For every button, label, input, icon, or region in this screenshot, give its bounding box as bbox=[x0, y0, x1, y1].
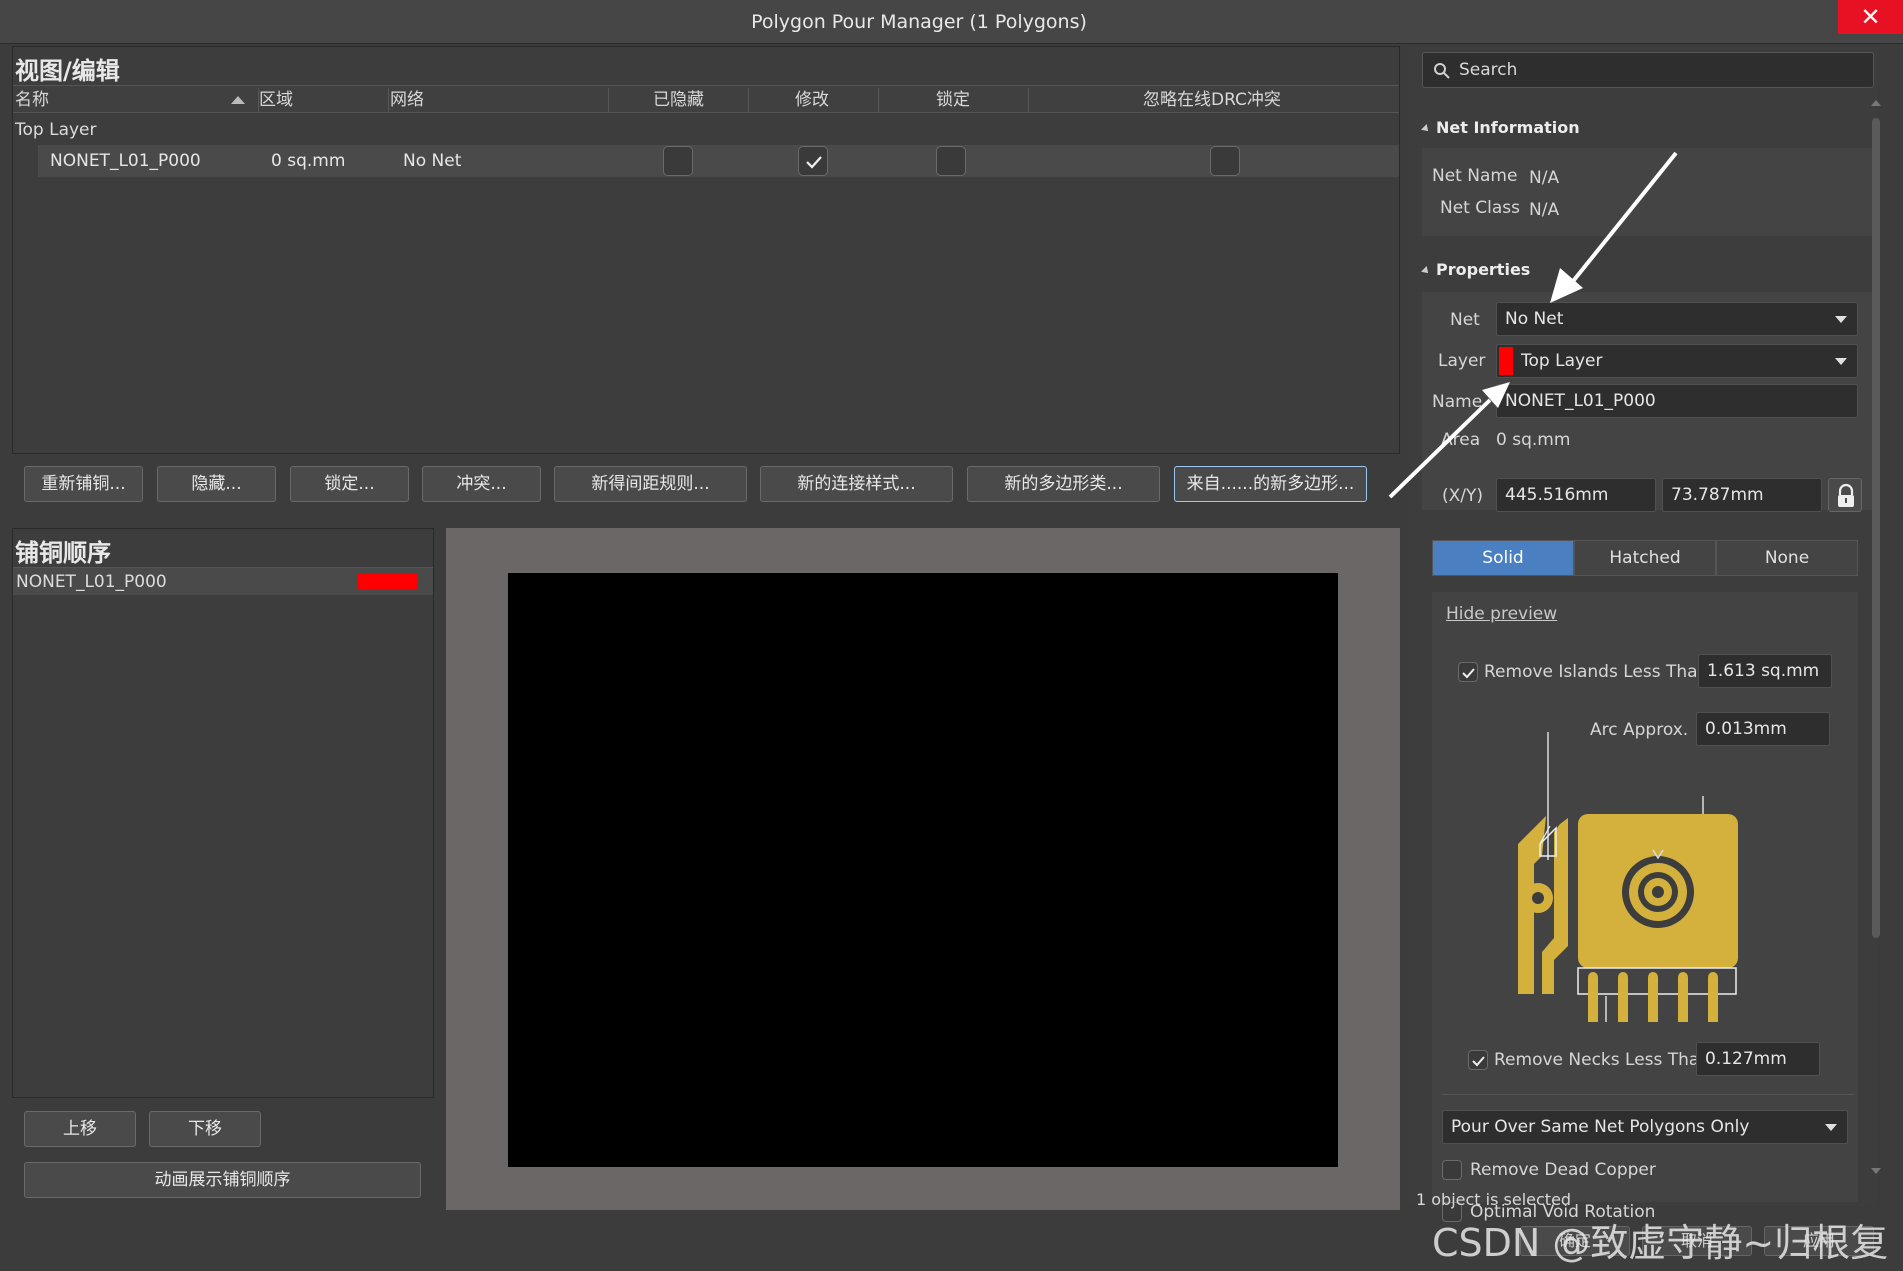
selection-status: 1 object is selected bbox=[1416, 1190, 1572, 1209]
csdn-watermark: CSDN @致虚守静~归根复命 bbox=[1432, 1221, 1889, 1265]
annotation-arrows bbox=[1388, 151, 1678, 499]
